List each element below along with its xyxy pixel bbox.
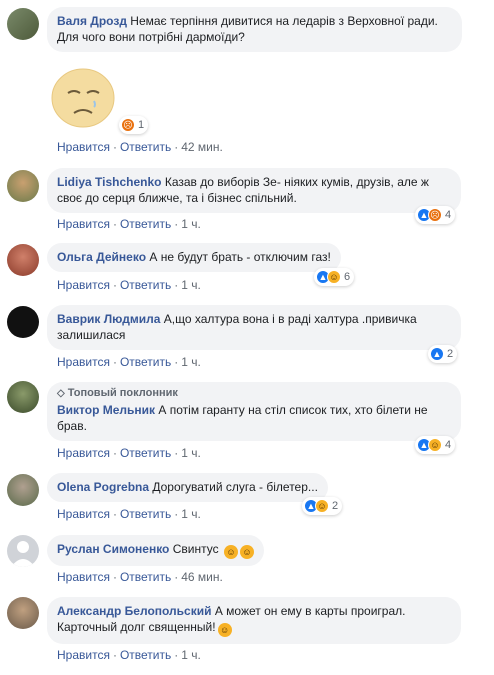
like-button[interactable]: Нравится	[57, 507, 110, 521]
avatar[interactable]	[7, 244, 39, 276]
comment-bubble: Валя Дрозд Немає терпіння дивитися на ле…	[47, 7, 462, 52]
like-button[interactable]: Нравится	[57, 355, 110, 369]
avatar[interactable]	[7, 8, 39, 40]
reply-button[interactable]: Ответить	[120, 278, 171, 292]
reply-button[interactable]: Ответить	[120, 355, 171, 369]
avatar[interactable]	[7, 381, 39, 413]
reply-button[interactable]: Ответить	[120, 140, 171, 154]
diamond-icon: ◇	[57, 388, 65, 399]
top-fan-badge: ◇ Топовый поклонник	[57, 387, 178, 399]
haha-reaction-icon: ☺	[327, 270, 341, 284]
reply-button[interactable]: Ответить	[120, 217, 171, 231]
like-reaction-icon: ▲	[430, 347, 444, 361]
author-name[interactable]: Olena Pogrebna	[57, 480, 149, 494]
comment-bubble: Lidiya Tishchenko Казав до виборів Зе- н…	[47, 168, 461, 213]
timestamp[interactable]: 1 ч.	[181, 648, 201, 662]
timestamp[interactable]: 1 ч.	[181, 507, 201, 521]
angry-reaction-icon: ☹	[428, 208, 442, 222]
like-button[interactable]: Нравится	[57, 217, 110, 231]
avatar[interactable]	[7, 597, 39, 629]
default-avatar-icon	[11, 541, 35, 567]
comment-text: Свинтус	[172, 542, 219, 556]
author-name[interactable]: Руслан Симоненко	[57, 542, 169, 556]
like-button[interactable]: Нравится	[57, 446, 110, 460]
haha-reaction-icon: ☺	[315, 499, 329, 513]
author-name[interactable]: Валя Дрозд	[57, 14, 127, 28]
angry-reaction-icon: ☹	[121, 118, 135, 132]
reaction-count[interactable]: ☹ 1	[119, 116, 149, 134]
timestamp[interactable]: 1 ч.	[181, 355, 201, 369]
reply-button[interactable]: Ответить	[120, 507, 171, 521]
author-name[interactable]: Ольга Дейнеко	[57, 250, 146, 264]
like-button[interactable]: Нравится	[57, 648, 110, 662]
author-name[interactable]: Александр Белопольский	[57, 604, 211, 618]
laughing-emoji-icon: ☺	[223, 545, 238, 559]
like-button[interactable]: Нравится	[57, 278, 110, 292]
timestamp[interactable]: 1 ч.	[181, 446, 201, 460]
laughing-emoji-icon: ☺	[217, 623, 232, 637]
comment-bubble: Ваврик Людмила А,що халтура вона і в рад…	[47, 305, 461, 350]
comment-bubble: Ольга Дейнеко А не будут брать - отключи…	[47, 243, 341, 272]
reply-button[interactable]: Ответить	[120, 648, 171, 662]
reaction-count[interactable]: ▲ 2	[428, 345, 458, 363]
like-button[interactable]: Нравится	[57, 140, 110, 154]
reaction-count[interactable]: ▲ ☹ 4	[415, 206, 456, 224]
comment-text: Дорогуватий слуга - білетер...	[152, 480, 318, 494]
author-name[interactable]: Ваврик Людмила	[57, 312, 160, 326]
timestamp[interactable]: 46 мин.	[181, 570, 223, 584]
avatar[interactable]	[7, 170, 39, 202]
grinning-emoji-icon: ☺	[239, 545, 254, 559]
avatar[interactable]	[7, 535, 39, 567]
timestamp[interactable]: 1 ч.	[181, 217, 201, 231]
haha-reaction-icon: ☺	[428, 438, 442, 452]
avatar[interactable]	[7, 474, 39, 506]
comment-bubble: Olena Pogrebna Дорогуватий слуга - білет…	[47, 473, 328, 502]
reaction-count[interactable]: ▲ ☺ 6	[314, 268, 355, 286]
comment-bubble: Александр Белопольский А может он ему в …	[47, 597, 461, 644]
author-name[interactable]: Виктор Мельник	[57, 403, 155, 417]
reaction-count[interactable]: ▲ ☺ 4	[415, 436, 456, 454]
avatar[interactable]	[7, 306, 39, 338]
comment-text: А не будут брать - отключим газ!	[149, 250, 331, 264]
timestamp[interactable]: 1 ч.	[181, 278, 201, 292]
reply-button[interactable]: Ответить	[120, 570, 171, 584]
like-button[interactable]: Нравится	[57, 570, 110, 584]
reply-button[interactable]: Ответить	[120, 446, 171, 460]
sad-face-sticker	[51, 68, 115, 128]
reaction-count[interactable]: ▲ ☺ 2	[302, 497, 343, 515]
timestamp[interactable]: 42 мин.	[181, 140, 223, 154]
comment-bubble: Руслан Симоненко Свинтус ☺ ☺	[47, 535, 264, 566]
author-name[interactable]: Lidiya Tishchenko	[57, 175, 161, 189]
